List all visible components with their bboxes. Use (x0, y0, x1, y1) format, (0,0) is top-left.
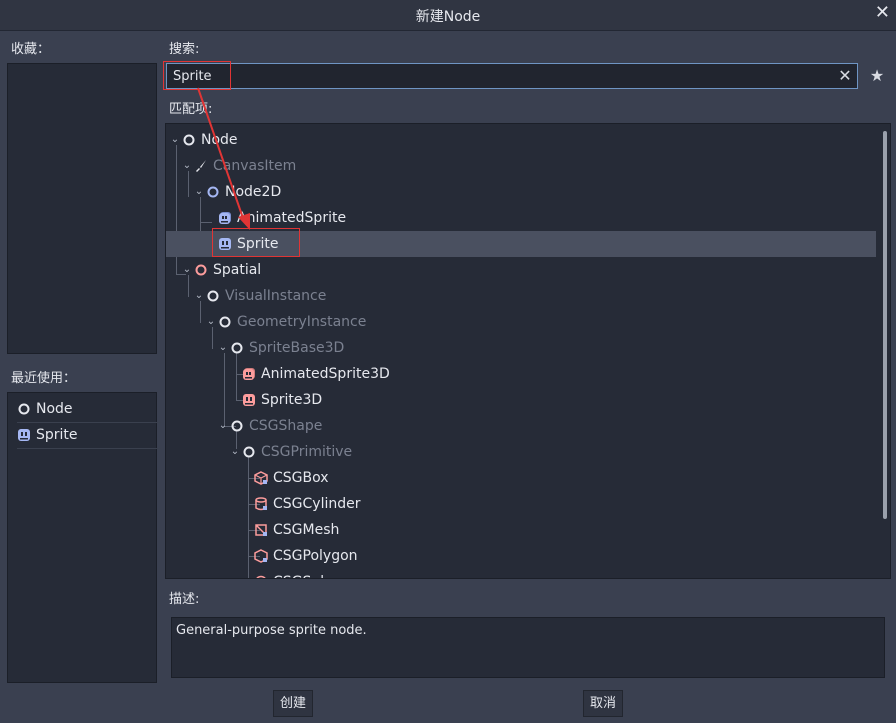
chevron-down-icon[interactable]: ⌄ (182, 153, 192, 179)
tree-item-animatedsprite[interactable]: AnimatedSprite (166, 205, 876, 231)
annotation-arrow (197, 87, 250, 230)
tree-item-geometryinstance[interactable]: ⌄ GeometryInstance (166, 309, 876, 335)
tree-item-node2d[interactable]: ⌄ Node2D (166, 179, 876, 205)
tree-item-csgbox[interactable]: CSGBox (166, 465, 876, 491)
tree-item-sprite3d[interactable]: Sprite3D (166, 387, 876, 413)
sprite-icon (219, 238, 231, 250)
tree-item-label: CSGPrimitive (261, 444, 353, 460)
chevron-down-icon[interactable]: ⌄ (218, 413, 228, 439)
tree-item-node[interactable]: ⌄ Node (166, 127, 876, 153)
tree-item-spatial[interactable]: ⌄ Spatial (166, 257, 876, 283)
tree-item-csgsphere[interactable]: CSGSphere (166, 569, 876, 578)
description-text: General-purpose sprite node. (171, 617, 885, 678)
tree-scrollbar[interactable] (883, 131, 887, 519)
chevron-down-icon[interactable]: ⌄ (170, 127, 180, 153)
recent-item-label: Node (36, 401, 73, 417)
node-icon (231, 342, 243, 354)
create-button[interactable]: 创建 (273, 690, 313, 717)
tree-item-label: Sprite3D (261, 392, 323, 408)
matches-tree[interactable]: ⌄ Node ⌄ CanvasItem ⌄ Node2D AnimatedSpr… (165, 123, 891, 579)
search-label: 搜索: (169, 42, 200, 57)
chevron-down-icon[interactable]: ⌄ (230, 439, 240, 465)
clear-icon[interactable]: ✕ (836, 67, 854, 85)
node-icon (18, 403, 30, 415)
tree-item-label: Spatial (213, 262, 262, 278)
csg-mesh-icon (255, 524, 267, 536)
tree-item-spritebase3d[interactable]: ⌄ SpriteBase3D (166, 335, 876, 361)
tree-item-visualinstance[interactable]: ⌄ VisualInstance (166, 283, 876, 309)
csg-polygon-icon (254, 549, 268, 563)
csg-box-icon (254, 471, 268, 485)
tree-item-animatedsprite3d[interactable]: AnimatedSprite3D (166, 361, 876, 387)
tree-item-label: CSGCylinder (273, 496, 361, 512)
divider (17, 448, 161, 449)
sprite3d-icon (243, 394, 255, 406)
recent-list[interactable]: Node Sprite (7, 392, 161, 683)
chevron-down-icon[interactable]: ⌄ (218, 335, 228, 361)
csg-sphere-icon (256, 575, 266, 578)
node-icon (183, 134, 195, 146)
tree-item-label: CSGBox (273, 470, 329, 486)
spatial-icon (195, 264, 207, 276)
tree-item-label: GeometryInstance (237, 314, 367, 330)
tree-item-label: CSGShape (249, 418, 323, 434)
sprite-icon (18, 429, 30, 441)
tree-item-sprite[interactable]: Sprite (166, 231, 876, 257)
tree-item-label: CSGSphere (273, 569, 352, 578)
animated-sprite3d-icon (243, 368, 255, 380)
tree-item-canvasitem[interactable]: ⌄ CanvasItem (166, 153, 876, 179)
tree-item-csgmesh[interactable]: CSGMesh (166, 517, 876, 543)
node-icon (219, 316, 231, 328)
tree-item-label: SpriteBase3D (249, 340, 345, 356)
favorites-label: 收藏： (11, 42, 51, 57)
recent-item-sprite[interactable]: Sprite (17, 422, 161, 448)
node-icon (207, 290, 219, 302)
tree-item-label: VisualInstance (225, 288, 327, 304)
description-label: 描述: (169, 592, 200, 607)
chevron-down-icon[interactable]: ⌄ (206, 309, 216, 335)
chevron-down-icon[interactable]: ⌄ (194, 283, 204, 309)
favorites-list[interactable] (7, 63, 157, 354)
node-icon (231, 420, 243, 432)
recent-label: 最近使用： (11, 371, 77, 386)
tree-item-csgshape[interactable]: ⌄ CSGShape (166, 413, 876, 439)
title-bar: 新建Node ✕ (0, 0, 896, 31)
chevron-down-icon[interactable]: ⌄ (182, 257, 192, 283)
close-icon[interactable]: ✕ (875, 2, 890, 23)
tree-item-csgprimitive[interactable]: ⌄ CSGPrimitive (166, 439, 876, 465)
search-input[interactable] (166, 63, 858, 89)
cancel-button[interactable]: 取消 (583, 690, 623, 717)
tree-item-label: AnimatedSprite3D (261, 366, 390, 382)
recent-item-node[interactable]: Node (17, 396, 161, 422)
dialog-title: 新建Node (415, 9, 481, 25)
tree-item-label: CSGPolygon (273, 548, 358, 564)
recent-item-label: Sprite (36, 427, 78, 443)
node-icon (243, 446, 255, 458)
csg-cylinder-icon (255, 497, 267, 511)
tree-item-label: CSGMesh (273, 522, 340, 538)
tree-item-csgcylinder[interactable]: CSGCylinder (166, 491, 876, 517)
tree-item-csgpolygon[interactable]: CSGPolygon (166, 543, 876, 569)
star-icon[interactable]: ★ (868, 66, 886, 86)
